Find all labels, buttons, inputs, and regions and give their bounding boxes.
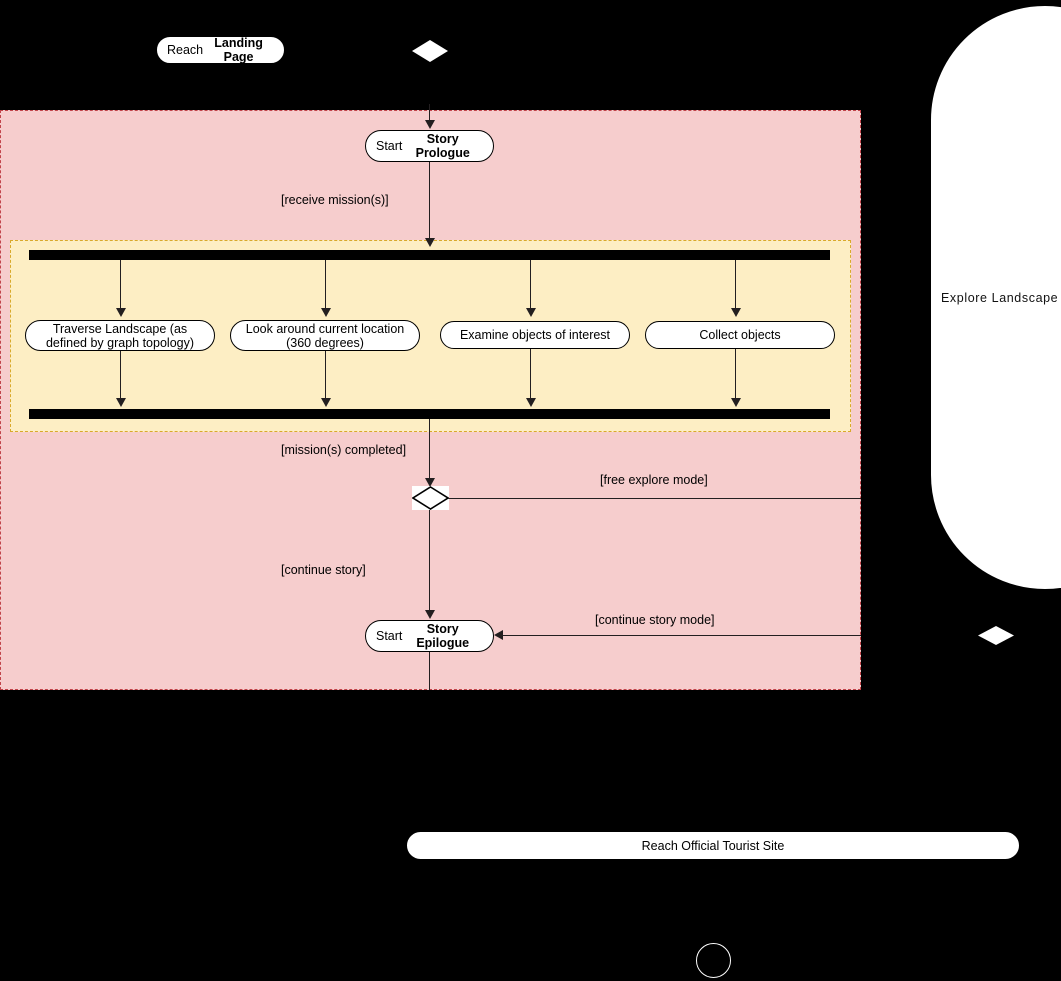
node-reach-official-tourist-site[interactable]: Reach Official Tourist Site bbox=[406, 831, 1020, 860]
node-collect-objects[interactable]: Collect objects bbox=[645, 321, 835, 349]
arrowhead-into-look-around bbox=[321, 308, 331, 317]
diamond-marker-top bbox=[412, 40, 448, 62]
edge-epilogue-downstream bbox=[429, 652, 430, 690]
final-node-circle bbox=[696, 943, 731, 978]
arrowhead-into-prologue bbox=[425, 120, 435, 129]
edge-continue-story-mode bbox=[503, 635, 861, 636]
edge-look-around-to-join bbox=[325, 351, 326, 400]
arrowhead-into-traverse bbox=[116, 308, 126, 317]
diamond-marker-right bbox=[978, 626, 1014, 645]
edge-prologue-to-fork bbox=[429, 162, 430, 239]
activity-diagram-canvas: Reach Landing Page Start Story Prologue … bbox=[0, 0, 1061, 981]
edge-collect-to-join bbox=[735, 349, 736, 400]
fork-bar bbox=[29, 250, 830, 260]
edge-fork-to-traverse bbox=[120, 260, 121, 310]
arrowhead-join-traverse bbox=[116, 398, 126, 407]
node-look-around-current-location[interactable]: Look around current location (360 degree… bbox=[230, 320, 420, 351]
arrowhead-join-look-around bbox=[321, 398, 331, 407]
label-missions-completed: [mission(s) completed] bbox=[281, 443, 407, 457]
arrowhead-into-epilogue-right bbox=[494, 630, 503, 640]
arrowhead-join-collect bbox=[731, 398, 741, 407]
node-reach-landing-page-prefix: Reach bbox=[167, 43, 204, 57]
node-explore-landscape[interactable]: Explore Landscape bbox=[930, 5, 1061, 590]
node-start-story-epilogue-bold: Story Epilogue bbox=[416, 622, 470, 650]
node-reach-landing-page-bold: Landing Page bbox=[214, 36, 263, 64]
label-continue-story: [continue story] bbox=[281, 563, 366, 577]
edge-fork-to-collect bbox=[735, 260, 736, 310]
arrowhead-join-examine bbox=[526, 398, 536, 407]
node-start-story-epilogue[interactable]: Start Story Epilogue bbox=[365, 620, 494, 652]
edge-free-explore-mode bbox=[448, 498, 861, 499]
decision-diamond-icon bbox=[412, 486, 449, 510]
edge-fork-to-examine bbox=[530, 260, 531, 310]
label-continue-story-mode: [continue story mode] bbox=[595, 613, 715, 627]
edge-traverse-to-join bbox=[120, 351, 121, 400]
arrowhead-into-collect bbox=[731, 308, 741, 317]
decision-node[interactable] bbox=[412, 486, 449, 510]
node-start-story-prologue-prefix: Start bbox=[376, 139, 403, 153]
arrowhead-into-fork bbox=[425, 238, 435, 247]
edge-examine-to-join bbox=[530, 349, 531, 400]
label-receive-missions: [receive mission(s)] bbox=[281, 193, 389, 207]
edge-decision-to-epilogue bbox=[429, 510, 430, 612]
join-bar bbox=[29, 409, 830, 419]
arrowhead-into-epilogue bbox=[425, 610, 435, 619]
node-start-story-prologue[interactable]: Start Story Prologue bbox=[365, 130, 494, 162]
node-traverse-landscape[interactable]: Traverse Landscape (as defined by graph … bbox=[25, 320, 215, 351]
edge-join-to-decision bbox=[429, 419, 430, 481]
label-free-explore-mode: [free explore mode] bbox=[600, 473, 708, 487]
node-reach-landing-page[interactable]: Reach Landing Page bbox=[156, 36, 285, 64]
node-start-story-epilogue-prefix: Start bbox=[376, 629, 403, 643]
edge-fork-to-look-around bbox=[325, 260, 326, 310]
node-examine-objects-of-interest[interactable]: Examine objects of interest bbox=[440, 321, 630, 349]
arrowhead-into-examine bbox=[526, 308, 536, 317]
node-start-story-prologue-bold: Story Prologue bbox=[415, 132, 470, 160]
